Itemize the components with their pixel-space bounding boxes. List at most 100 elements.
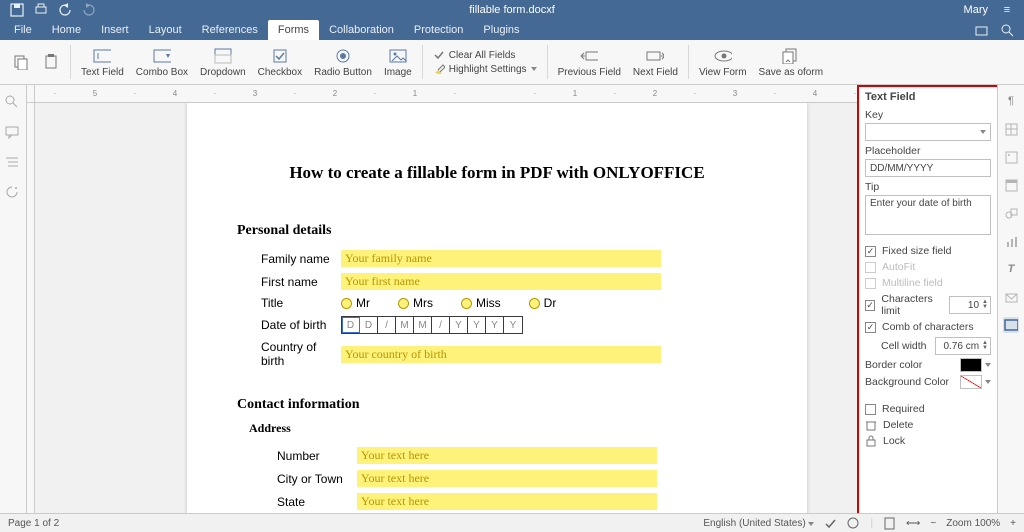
menu-plugins[interactable]: Plugins	[473, 20, 529, 40]
fit-width-icon[interactable]: ⟷	[906, 518, 920, 529]
tip-input[interactable]: Enter your date of birth	[865, 195, 991, 235]
autofit-checkbox: AutoFit	[865, 261, 991, 273]
panel-title: Text Field	[865, 91, 991, 103]
vertical-ruler	[27, 103, 35, 513]
state-field[interactable]: Your text here	[357, 493, 657, 510]
number-field[interactable]: Your text here	[357, 447, 657, 464]
chart-settings-icon[interactable]	[1003, 233, 1019, 249]
comments-icon[interactable]	[5, 125, 21, 141]
title-radio-mrs[interactable]: Mrs	[398, 296, 433, 310]
left-rail	[0, 85, 27, 513]
border-color-picker[interactable]	[960, 358, 982, 372]
page-indicator[interactable]: Page 1 of 2	[8, 518, 59, 529]
mailmerge-settings-icon[interactable]	[1003, 289, 1019, 305]
menu-forms[interactable]: Forms	[268, 20, 319, 40]
cob-label: Country of birth	[261, 340, 341, 368]
highlight-settings-button[interactable]: Highlight Settings	[433, 63, 537, 75]
paste-icon[interactable]	[36, 51, 66, 73]
key-label: Key	[865, 109, 991, 121]
tracking-icon[interactable]	[847, 517, 860, 530]
zoom-level[interactable]: Zoom 100%	[946, 518, 1000, 529]
family-name-label: Family name	[261, 252, 341, 266]
char-limit-checkbox[interactable]: ✓Characters limit	[865, 293, 949, 317]
delete-button[interactable]: Delete	[865, 419, 991, 431]
combo-box-button[interactable]: Combo Box	[130, 45, 194, 80]
placeholder-input[interactable]: DD/MM/YYYY	[865, 159, 991, 177]
fixed-size-checkbox[interactable]: ✓Fixed size field	[865, 245, 991, 257]
state-label: State	[277, 495, 357, 509]
menu-layout[interactable]: Layout	[139, 20, 192, 40]
redo-icon[interactable]	[82, 3, 96, 17]
copy-icon[interactable]	[6, 51, 36, 73]
section-contact: Contact information	[237, 397, 757, 413]
bg-color-picker[interactable]	[960, 375, 982, 389]
lock-icon	[865, 435, 877, 447]
save-as-oform-button[interactable]: Save as oform	[753, 45, 829, 80]
zoom-in-icon[interactable]: +	[1010, 518, 1016, 529]
menu-icon[interactable]: ≡	[1000, 3, 1014, 17]
menu-file[interactable]: File	[4, 20, 42, 40]
placeholder-label: Placeholder	[865, 145, 991, 157]
fit-page-icon[interactable]	[883, 517, 896, 530]
city-field[interactable]: Your text here	[357, 470, 657, 487]
menu-insert[interactable]: Insert	[91, 20, 139, 40]
form-settings-icon[interactable]	[1003, 317, 1019, 333]
tip-label: Tip	[865, 181, 991, 193]
key-select[interactable]	[865, 123, 991, 141]
required-checkbox[interactable]: Required	[865, 403, 991, 415]
search-icon[interactable]	[1000, 23, 1014, 37]
find-icon[interactable]	[5, 95, 21, 111]
language-selector[interactable]: English (United States)	[703, 518, 814, 529]
family-name-field[interactable]: Your family name	[341, 250, 661, 267]
feedback-icon[interactable]	[5, 185, 21, 201]
menu-references[interactable]: References	[192, 20, 268, 40]
open-location-icon[interactable]	[974, 23, 988, 37]
headings-icon[interactable]	[5, 155, 21, 171]
char-limit-input[interactable]: 10▲▼	[949, 296, 991, 314]
title-radio-miss[interactable]: Miss	[461, 296, 501, 310]
menu-protection[interactable]: Protection	[404, 20, 474, 40]
zoom-out-icon[interactable]: −	[930, 518, 936, 529]
checkbox-button[interactable]: Checkbox	[252, 45, 308, 80]
document-canvas[interactable]: ·5·4·3·2·1··1·2·3·4·5·6·7·8·9·10·11·12·1…	[27, 85, 857, 513]
lock-button[interactable]: Lock	[865, 435, 991, 447]
comb-checkbox[interactable]: ✓Comb of characters	[865, 321, 991, 333]
save-icon[interactable]	[10, 3, 24, 17]
header-settings-icon[interactable]	[1003, 177, 1019, 193]
shape-settings-icon[interactable]	[1003, 205, 1019, 221]
dob-field[interactable]: DD/MM/YYYY	[341, 316, 523, 334]
menu-collaboration[interactable]: Collaboration	[319, 20, 404, 40]
print-icon[interactable]	[34, 3, 48, 17]
title-bar: fillable form.docxf Mary ≡	[0, 0, 1024, 20]
undo-icon[interactable]	[58, 3, 72, 17]
menu-bar: FileHomeInsertLayoutReferencesFormsColla…	[0, 20, 1024, 40]
multiline-checkbox: Multiline field	[865, 277, 991, 289]
previous-field-button[interactable]: Previous Field	[552, 45, 627, 80]
document-title: fillable form.docxf	[469, 4, 555, 16]
paragraph-settings-icon[interactable]: ¶	[1003, 93, 1019, 109]
table-settings-icon[interactable]	[1003, 121, 1019, 137]
title-radio-dr[interactable]: Dr	[529, 296, 557, 310]
title-radio-mr[interactable]: Mr	[341, 296, 370, 310]
menu-home[interactable]: Home	[42, 20, 91, 40]
workspace: ·5·4·3·2·1··1·2·3·4·5·6·7·8·9·10·11·12·1…	[0, 85, 1024, 513]
first-name-field[interactable]: Your first name	[341, 273, 661, 290]
textart-settings-icon[interactable]: T	[1003, 261, 1019, 277]
number-label: Number	[277, 449, 357, 463]
radio-button-button[interactable]: Radio Button	[308, 45, 378, 80]
spellcheck-icon[interactable]	[824, 517, 837, 530]
view-form-button[interactable]: View Form	[693, 45, 753, 80]
text-field-button[interactable]: Text Field	[75, 45, 130, 80]
page: How to create a fillable form in PDF wit…	[187, 103, 807, 513]
cell-width-input[interactable]: 0.76 cm▲▼	[935, 337, 991, 355]
image-settings-icon[interactable]	[1003, 149, 1019, 165]
dropdown-button[interactable]: Dropdown	[194, 45, 252, 80]
cob-field[interactable]: Your country of birth	[341, 346, 661, 363]
next-field-button[interactable]: Next Field	[627, 45, 684, 80]
title-label: Title	[261, 296, 341, 310]
clear-all-fields-button[interactable]: Clear All Fields	[433, 49, 516, 61]
image-button[interactable]: Image	[378, 45, 418, 80]
right-rail: ¶ T	[997, 85, 1024, 513]
trash-icon	[865, 419, 877, 431]
user-name[interactable]: Mary	[964, 4, 988, 16]
